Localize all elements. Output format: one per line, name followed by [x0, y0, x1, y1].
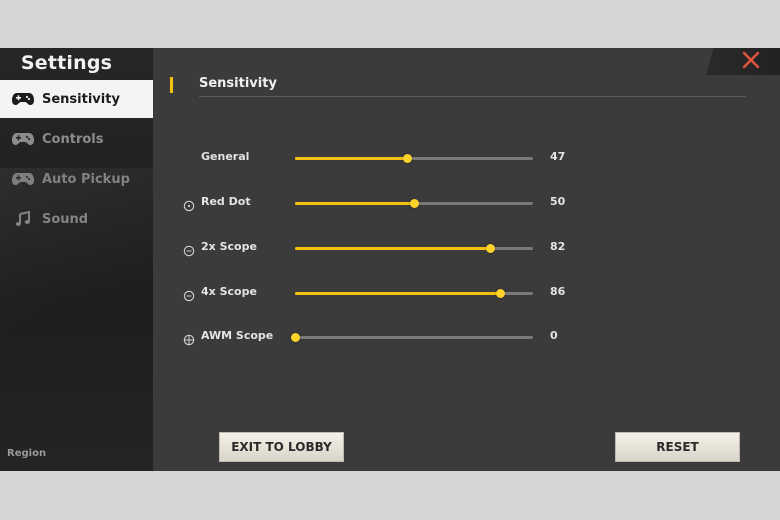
slider-row-general: General 47: [180, 148, 580, 170]
slider-handle[interactable]: [402, 154, 412, 163]
slider-track[interactable]: [291, 333, 533, 342]
music-note-icon: [11, 210, 35, 228]
slider-value: 86: [550, 285, 566, 298]
slider-value: 50: [550, 195, 566, 208]
slider-row-4x-scope: 4x Scope 86: [180, 283, 580, 305]
slider-label: 2x Scope: [201, 240, 257, 253]
slider-value: 0: [550, 329, 558, 342]
settings-sidebar: Settings Sensitivity Controls Auto Picku…: [0, 48, 153, 471]
slider-fill: [295, 292, 500, 295]
awm-scope-icon: [183, 331, 195, 346]
slider-fill: [295, 202, 414, 205]
slider-fill: [295, 157, 407, 160]
slider-row-awm-scope: AWM Scope 0: [180, 327, 580, 349]
close-button[interactable]: [706, 48, 780, 75]
slider-handle[interactable]: [291, 333, 300, 342]
slider-value: 47: [550, 150, 566, 163]
sidebar-item-label: Auto Pickup: [42, 171, 130, 187]
sidebar-item-auto-pickup[interactable]: Auto Pickup: [0, 160, 153, 198]
slider-row-red-dot: Red Dot 50: [180, 193, 580, 215]
exit-to-lobby-button[interactable]: EXIT TO LOBBY: [219, 432, 344, 462]
gamepad-icon: [11, 90, 35, 108]
slider-fill: [295, 247, 491, 250]
slider-track[interactable]: [295, 244, 533, 253]
slider-label: 4x Scope: [201, 285, 257, 298]
slider-track[interactable]: [295, 154, 533, 163]
close-icon: [742, 51, 760, 73]
section-title: Sensitivity: [199, 76, 277, 91]
slider-label: General: [201, 150, 250, 163]
sidebar-item-label: Sensitivity: [42, 91, 120, 107]
red-dot-scope-icon: [183, 197, 195, 212]
sidebar-item-controls[interactable]: Controls: [0, 120, 153, 158]
section-accent-bar: [170, 77, 173, 93]
reset-button[interactable]: RESET: [615, 432, 740, 462]
sidebar-item-label: Sound: [42, 211, 89, 227]
slider-handle[interactable]: [410, 199, 419, 208]
slider-handle[interactable]: [486, 244, 496, 253]
gamepad-icon: [11, 170, 35, 188]
slider-label: Red Dot: [201, 195, 251, 208]
2x-scope-icon: [183, 242, 195, 257]
section-divider: [199, 96, 746, 97]
region-label: Region: [7, 448, 47, 459]
sidebar-item-sensitivity[interactable]: Sensitivity: [0, 80, 153, 118]
4x-scope-icon: [183, 287, 195, 302]
game-settings-screen: Settings Sensitivity Controls Auto Picku…: [0, 48, 780, 471]
slider-label: AWM Scope: [201, 329, 274, 342]
slider-row-2x-scope: 2x Scope 82: [180, 238, 580, 260]
slider-track[interactable]: [295, 289, 533, 298]
sidebar-item-sound[interactable]: Sound: [0, 200, 153, 238]
slider-value: 82: [550, 240, 566, 253]
gamepad-icon: [11, 130, 35, 148]
slider-handle[interactable]: [495, 289, 505, 298]
settings-title: Settings: [20, 52, 113, 74]
slider-track[interactable]: [295, 199, 533, 208]
sidebar-item-label: Controls: [42, 131, 104, 147]
